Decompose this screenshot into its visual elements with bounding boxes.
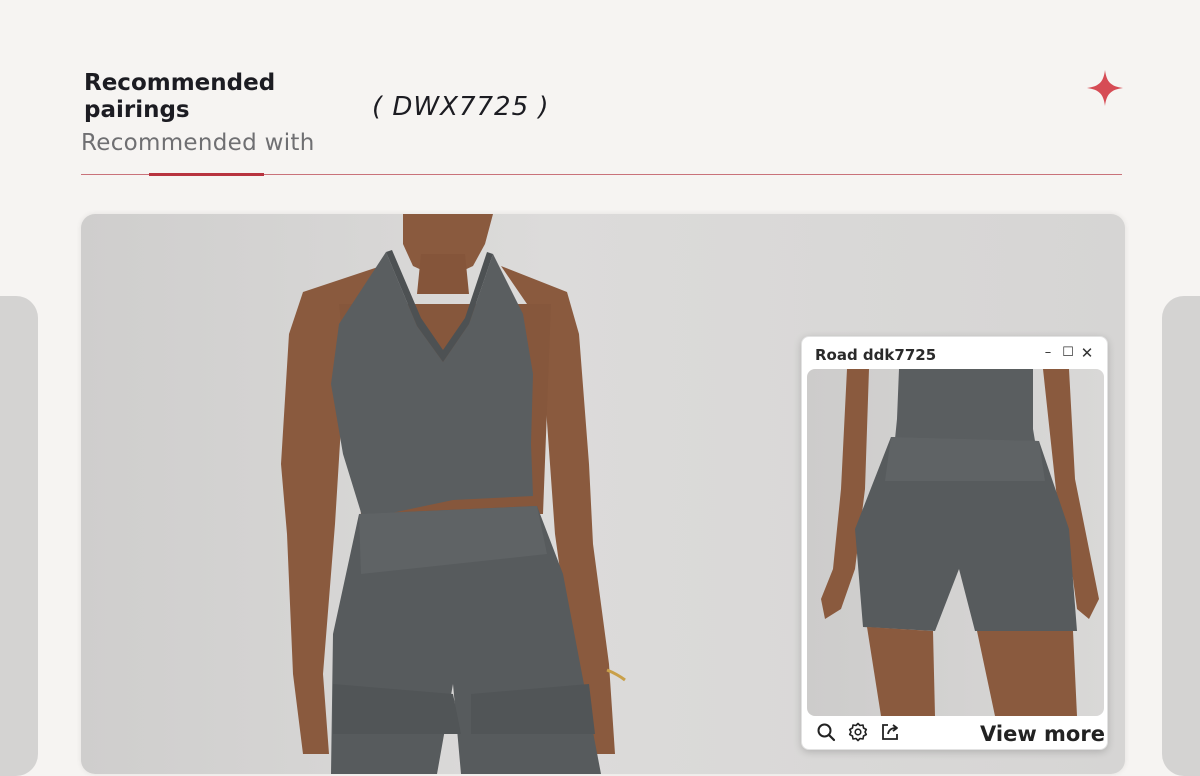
view-more-link[interactable]: View more bbox=[980, 721, 1105, 747]
minimize-icon[interactable]: – bbox=[1040, 344, 1056, 362]
model-code: ( DWX7725 ) bbox=[372, 92, 550, 122]
page-subtitle: Recommended with bbox=[81, 130, 315, 156]
zoom-icon[interactable] bbox=[816, 722, 836, 742]
popup-product-image bbox=[807, 369, 1104, 716]
four-point-star-icon bbox=[1087, 70, 1123, 106]
close-icon[interactable]: ✕ bbox=[1079, 344, 1095, 362]
header-divider-accent bbox=[149, 173, 264, 176]
maximize-icon[interactable]: ☐ bbox=[1060, 344, 1076, 362]
share-icon[interactable] bbox=[880, 722, 900, 742]
gear-icon[interactable] bbox=[848, 722, 868, 742]
shorts-illustration bbox=[821, 369, 1099, 716]
popup-title: Road ddk7725 bbox=[815, 346, 937, 364]
previous-card[interactable] bbox=[0, 296, 38, 776]
product-popup-window: Road ddk7725 – ☐ ✕ View more bbox=[801, 336, 1108, 750]
page-title: Recommended pairings bbox=[84, 70, 276, 123]
next-card[interactable] bbox=[1162, 296, 1200, 776]
